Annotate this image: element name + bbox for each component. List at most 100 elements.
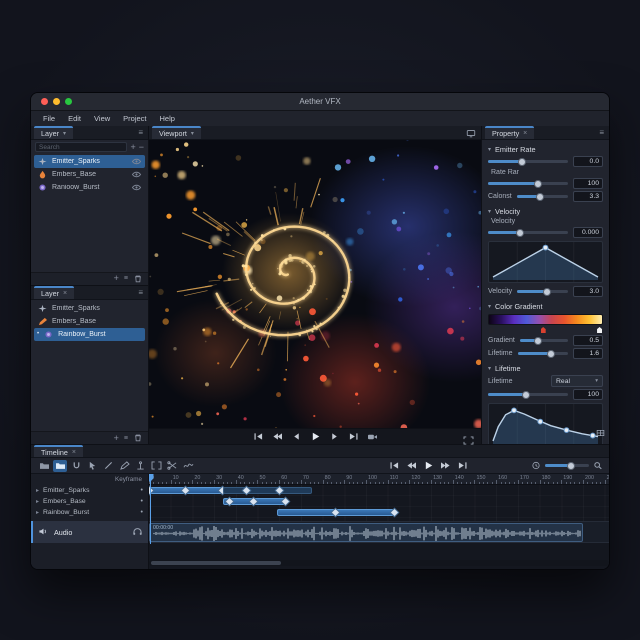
viewport-display-icon[interactable] xyxy=(466,129,476,140)
section-emitter-rate[interactable]: ▾ Emitter Rate xyxy=(482,143,609,155)
eye-icon[interactable] xyxy=(131,157,142,166)
track-header-embers_base[interactable]: ▸ Embers_Base • xyxy=(31,496,148,507)
layer-item-embers_base[interactable]: Embers_Base xyxy=(34,168,145,181)
velocity-slider[interactable] xyxy=(488,228,568,237)
tab-layer-top[interactable]: Layer ▾ xyxy=(34,126,73,139)
menu-edit[interactable]: Edit xyxy=(68,114,81,123)
fast-rewind-button[interactable] xyxy=(271,431,284,442)
jump-start-button[interactable] xyxy=(388,460,401,471)
cg-lifetime-slider[interactable] xyxy=(517,349,568,358)
cursor-tool[interactable] xyxy=(85,460,99,472)
layer-item-ranioow_burst[interactable]: Ranioow_Burst xyxy=(34,181,145,194)
track-header-rainbow_burst[interactable]: ▸ Rainbow_Burst • xyxy=(31,507,148,518)
folder-open-tool[interactable] xyxy=(53,459,67,472)
magnifier-icon[interactable] xyxy=(593,457,603,475)
add-icon[interactable]: + xyxy=(114,433,119,443)
gradient-stop-0[interactable] xyxy=(488,327,494,333)
close-icon[interactable]: × xyxy=(523,130,527,137)
lifetime-amount-slider[interactable] xyxy=(488,390,568,399)
gradient-slider[interactable] xyxy=(519,336,568,345)
step-back-button[interactable] xyxy=(290,431,303,442)
tab-timeline[interactable]: Timeline × xyxy=(34,445,83,457)
track-lane-embers_base[interactable] xyxy=(149,496,609,507)
menu-help[interactable]: Help xyxy=(160,114,175,123)
jump-end-button[interactable] xyxy=(347,431,360,442)
viewport-canvas[interactable] xyxy=(149,140,481,428)
keyframe-dot-icon[interactable]: • xyxy=(141,498,143,505)
menu-view[interactable]: View xyxy=(94,114,110,123)
cg-lifetime-value[interactable]: 1.6 xyxy=(573,348,603,359)
panel-options-icon[interactable] xyxy=(596,424,605,442)
layer-item-embers_base[interactable]: Embers_Base xyxy=(34,315,145,328)
scissors-tool[interactable] xyxy=(165,460,179,472)
list-icon[interactable]: ≡ xyxy=(124,435,128,442)
velocity-b-value[interactable]: 3.0 xyxy=(573,286,603,297)
camera-button[interactable] xyxy=(366,431,379,442)
tab-viewport[interactable]: Viewport ▾ xyxy=(152,126,201,139)
jump-start-button[interactable] xyxy=(252,431,265,442)
timeline-ruler[interactable]: 0102030405060708090100110120130140150160… xyxy=(149,474,609,485)
fast-forward-button[interactable] xyxy=(439,460,452,471)
search-input[interactable] xyxy=(35,142,128,152)
close-icon[interactable]: × xyxy=(63,290,67,297)
visibility-dot-icon[interactable]: • xyxy=(37,331,39,337)
calonst-value[interactable]: 3.3 xyxy=(573,191,603,202)
section-lifetime[interactable]: ▾ Lifetime xyxy=(482,362,609,374)
caret-right-icon[interactable]: ▸ xyxy=(36,487,39,494)
audio-lane[interactable]: 00:00:00 xyxy=(149,521,609,543)
magnet-tool[interactable] xyxy=(69,460,83,472)
eye-icon[interactable] xyxy=(131,183,142,192)
velocity-curve[interactable] xyxy=(488,241,603,283)
anchor-tool[interactable] xyxy=(133,460,147,472)
gradient-value[interactable]: 0.5 xyxy=(573,335,603,346)
chevron-down-icon[interactable]: ▾ xyxy=(63,130,66,137)
close-icon[interactable]: × xyxy=(72,449,76,456)
pen-tool[interactable] xyxy=(117,460,131,472)
emitter-rate-value[interactable]: 0.0 xyxy=(573,156,603,167)
caret-right-icon[interactable]: ▸ xyxy=(36,509,39,516)
gradient-stop-2[interactable] xyxy=(597,327,603,333)
chevron-down-icon[interactable]: ▾ xyxy=(191,130,194,137)
audio-track-header[interactable]: Audio xyxy=(31,521,148,543)
track-lane-emitter_sparks[interactable] xyxy=(149,485,609,496)
wave-tool[interactable] xyxy=(181,460,195,472)
track-lane-rainbow_burst[interactable] xyxy=(149,507,609,518)
lifetime-amount-value[interactable]: 100 xyxy=(573,389,603,400)
velocity-b-slider[interactable] xyxy=(517,287,568,296)
step-forward-button[interactable] xyxy=(328,431,341,442)
play-button[interactable] xyxy=(422,460,435,471)
fast-rewind-button[interactable] xyxy=(405,460,418,471)
slash-tool[interactable] xyxy=(101,460,115,472)
layer-item-emitter_sparks[interactable]: Emitter_Sparks xyxy=(34,302,145,315)
remove-layer-button[interactable]: − xyxy=(139,142,144,152)
panel-menu-icon[interactable]: ≡ xyxy=(599,129,604,137)
gradient-stop-1[interactable] xyxy=(540,327,546,333)
jump-end-button[interactable] xyxy=(456,460,469,471)
rate-bar-value[interactable]: 100 xyxy=(573,178,603,189)
frame-tool[interactable] xyxy=(149,460,163,472)
play-button[interactable] xyxy=(309,431,322,442)
timeline-lanes[interactable]: 0102030405060708090100110120130140150160… xyxy=(149,474,609,569)
keyframe-dot-icon[interactable]: • xyxy=(141,487,143,494)
tab-layer-bottom[interactable]: Layer × xyxy=(34,285,75,299)
clip[interactable] xyxy=(222,487,312,494)
track-header-emitter_sparks[interactable]: ▸ Emitter_Sparks • xyxy=(31,485,148,496)
velocity-value[interactable]: 0.000 xyxy=(573,227,603,238)
add-layer-button[interactable]: + xyxy=(130,142,135,152)
eye-icon[interactable] xyxy=(131,170,142,179)
panel-menu-icon[interactable]: ≡ xyxy=(138,129,143,137)
lifetime-curve[interactable] xyxy=(488,403,603,444)
layer-item-emitter_sparks[interactable]: Emitter_Sparks xyxy=(34,155,145,168)
timeline-zoom-slider[interactable] xyxy=(545,461,589,470)
section-velocity[interactable]: ▾ Velocity xyxy=(482,205,609,217)
menu-project[interactable]: Project xyxy=(123,114,146,123)
gradient-bar[interactable] xyxy=(488,314,603,325)
list-icon[interactable]: ≡ xyxy=(124,275,128,282)
rate-bar-slider[interactable] xyxy=(488,179,568,188)
tab-property[interactable]: Property × xyxy=(485,126,535,139)
section-color-gradient[interactable]: ▾ Color Gradient xyxy=(482,300,609,312)
headphones-icon[interactable] xyxy=(132,527,143,538)
menu-file[interactable]: File xyxy=(43,114,55,123)
keyframe-dot-icon[interactable]: • xyxy=(141,509,143,516)
clock-icon[interactable] xyxy=(531,457,541,475)
